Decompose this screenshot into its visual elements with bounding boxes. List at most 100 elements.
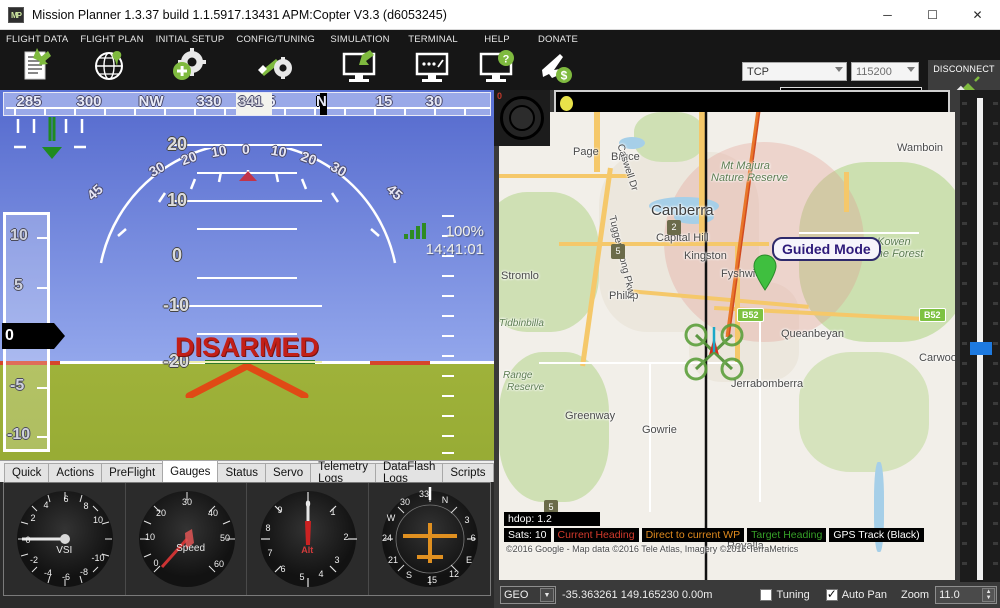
map-view[interactable]: Page Bruce Canberra Mt Majura Nature Res…	[499, 112, 955, 580]
menu-label: INITIAL SETUP	[155, 34, 225, 45]
close-button[interactable]: ✕	[955, 0, 1000, 30]
autopan-checkbox-wrap[interactable]: Auto Pan	[825, 587, 887, 601]
hud-display[interactable]: 285 300 NW 330 345 15 30 341 N	[0, 90, 494, 460]
map-label: Stromlo	[501, 270, 539, 282]
vertical-slider-zone[interactable]	[960, 90, 1000, 608]
svg-text:4: 4	[318, 569, 323, 579]
baud-rate-value: 115200	[856, 65, 892, 78]
map-panel: 0 Page Bruce Canberra Mt Majura Nature R…	[494, 90, 1000, 608]
mission-planner-window: MP Mission Planner 1.3.37 build 1.1.5917…	[0, 0, 1000, 608]
svg-text:15: 15	[426, 575, 436, 585]
menu-label: TERMINAL	[408, 34, 458, 45]
map-label: Wamboin	[897, 142, 944, 154]
svg-text:6: 6	[470, 533, 475, 543]
tuning-checkbox[interactable]	[760, 589, 773, 601]
tab-scripts[interactable]: Scripts	[442, 463, 494, 482]
svg-text:33: 33	[418, 489, 428, 499]
map-legend: hdop: 1.2 Sats: 10 Current Heading Direc…	[504, 510, 924, 542]
tab-dataflash-logs[interactable]: DataFlash Logs	[374, 461, 444, 485]
knob-ring-inner	[509, 105, 535, 131]
roll-label: 10	[269, 141, 288, 161]
slider-handle[interactable]	[560, 96, 573, 111]
svg-text:1: 1	[330, 507, 335, 517]
cursor-coordinates: -35.363261 149.165230 0.00m	[562, 589, 713, 601]
armed-status-text: DISARMED	[174, 332, 320, 362]
menu-item-terminal[interactable]: TERMINAL	[399, 30, 467, 90]
speed-tick-label: -5	[10, 377, 25, 394]
map-label: Gowrie	[642, 424, 677, 436]
svg-text:-2: -2	[30, 555, 38, 565]
vertical-slider-track[interactable]	[977, 98, 983, 580]
aircraft-symbol	[182, 362, 312, 401]
svg-text:N: N	[441, 495, 448, 505]
speed-tick-label: 10	[10, 227, 28, 244]
tuning-checkbox-wrap[interactable]: Tuning	[760, 589, 810, 601]
tab-status[interactable]: Status	[217, 463, 267, 482]
tab-gauges[interactable]: Gauges	[162, 460, 219, 482]
coord-system-select[interactable]: GEO ▼	[500, 586, 556, 604]
svg-text:-4: -4	[44, 568, 52, 578]
menu-item-simulation[interactable]: SIMULATION	[321, 30, 399, 90]
north-label: N	[316, 93, 327, 110]
gauge-heading[interactable]: N 36 E 12 15 S 21 24 W 30 33	[369, 483, 491, 595]
baud-rate-select[interactable]: 115200	[851, 62, 919, 81]
legend-current-heading: Current Heading	[553, 528, 639, 542]
legend-direct-wp: Direct to current WP	[641, 528, 745, 542]
ribbon-label: 285	[16, 93, 42, 110]
help-icon: ?	[475, 48, 519, 86]
throttle-knob[interactable]: 0	[494, 90, 550, 146]
vertical-slider-handle[interactable]	[970, 342, 992, 355]
autopan-checkbox[interactable]	[825, 587, 838, 601]
menu-label: SIMULATION	[330, 34, 390, 45]
gauge-label-speed: Speed	[176, 543, 206, 554]
gauge-alt[interactable]: 0 1 2 3 4 5 67 8 9 Alt	[247, 483, 369, 595]
tab-preflight[interactable]: PreFlight	[101, 463, 164, 482]
link-type-select[interactable]: TCP	[742, 62, 847, 81]
map-label: Carwoola	[919, 352, 955, 364]
horizon-red-right	[370, 361, 430, 365]
svg-text:60: 60	[213, 559, 223, 569]
maximize-button[interactable]: ☐	[910, 0, 955, 30]
slider-dot-column-right	[993, 98, 999, 580]
current-heading-value: 341	[238, 93, 264, 110]
vehicle-icon[interactable]	[679, 317, 749, 387]
tab-actions[interactable]: Actions	[48, 463, 103, 482]
zoom-spinner-buttons[interactable]: ▲ ▼	[982, 588, 996, 602]
menu-item-help[interactable]: HELP ?	[467, 30, 527, 90]
map-marker: 2	[667, 220, 681, 235]
menu-label: FLIGHT PLAN	[80, 34, 144, 45]
menu-item-config-tuning[interactable]: CONFIG/TUNING	[230, 30, 321, 90]
svg-text:0: 0	[153, 558, 158, 568]
zoom-stepper[interactable]: 11.0 ▲ ▼	[935, 586, 998, 604]
map-label: Queanbeyan	[781, 328, 844, 340]
sats-value: Sats: 10	[504, 528, 551, 542]
map-attribution: ©2016 Google - Map data ©2016 Tele Atlas…	[506, 544, 799, 554]
menu-item-flight-plan[interactable]: FLIGHT PLAN	[74, 30, 149, 90]
title-bar: MP Mission Planner 1.3.37 build 1.1.5917…	[0, 0, 1000, 30]
terminal-icon	[411, 48, 455, 86]
battery-percent: 100%	[445, 223, 484, 240]
minimize-button[interactable]: ─	[865, 0, 910, 30]
chevron-down-icon[interactable]: ▼	[540, 588, 554, 602]
map-label: Tidbinbilla	[499, 318, 544, 329]
map-label: Range	[503, 370, 533, 381]
tab-telemetry-logs[interactable]: Telemetry Logs	[310, 461, 376, 485]
map-status-bar: GEO ▼ -35.363261 149.165230 0.00m Tuning…	[494, 582, 1000, 608]
map-label: Mt Majura	[721, 160, 770, 172]
map-label: Kowen	[877, 236, 911, 248]
pitch-label: -10	[163, 295, 190, 315]
menu-item-flight-data[interactable]: FLIGHT DATA	[0, 30, 74, 90]
flight-data-icon	[15, 48, 59, 86]
tab-servo[interactable]: Servo	[265, 463, 312, 482]
menu-label: FLIGHT DATA	[6, 34, 69, 45]
disconnect-label: DISCONNECT	[933, 64, 995, 74]
gauge-label-vsi: VSI	[56, 545, 73, 556]
gauge-vsi[interactable]: 0 -2 -4 -6 -8 -10 10 8 6 42 VSI	[4, 483, 126, 595]
hud-clock: 14:41:01	[425, 241, 484, 258]
menu-item-initial-setup[interactable]: INITIAL SETUP	[150, 30, 231, 90]
tab-quick[interactable]: Quick	[4, 463, 50, 482]
gauge-speed[interactable]: 30 20 10 0 40 50 60 Speed	[126, 483, 247, 595]
map-label: Canberra	[651, 202, 714, 219]
menu-item-donate[interactable]: DONATE $	[527, 30, 589, 90]
map-label: Nature Reserve	[711, 172, 789, 184]
